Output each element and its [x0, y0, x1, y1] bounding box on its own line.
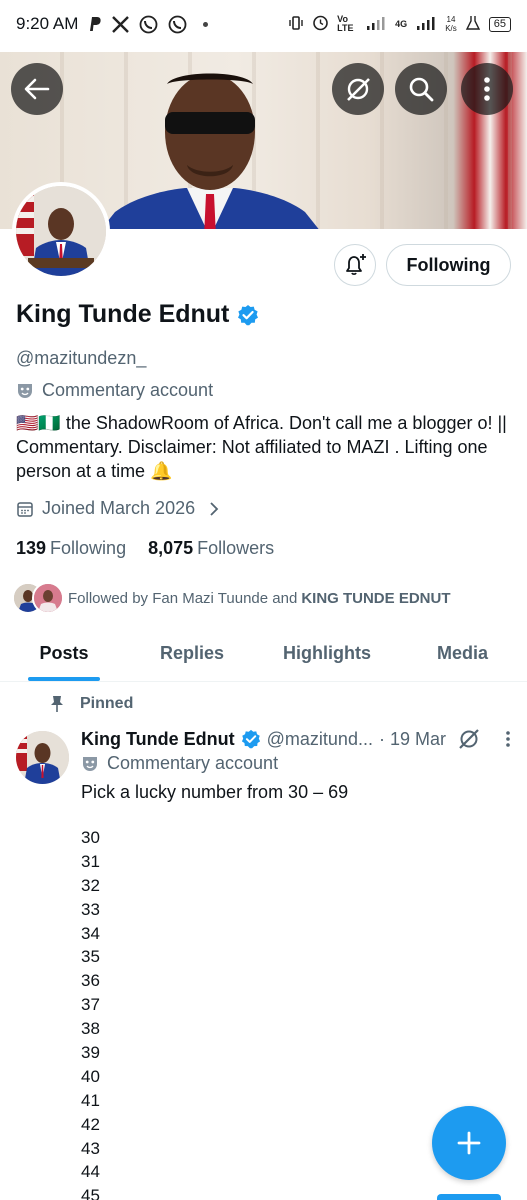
pinned-indicator: Pinned — [50, 695, 133, 713]
post-avatar[interactable] — [16, 731, 69, 784]
post-number: 41 — [81, 1090, 100, 1110]
battery-indicator: 65 — [488, 16, 511, 32]
status-right: Vo LTE 4G 14 K/s 65 — [288, 14, 511, 34]
chevron-right-icon — [210, 501, 219, 516]
profile-name-row: King Tunde Ednut — [16, 300, 259, 329]
follower-avatar — [32, 582, 64, 614]
theater-mask-icon — [83, 756, 97, 771]
post-number: 45 — [81, 1186, 100, 1200]
followers-label: Followers — [197, 538, 275, 558]
more-vertical-icon — [484, 77, 490, 101]
network-gen: 4G — [395, 19, 408, 29]
followers-stat[interactable]: 8,075 Followers — [148, 538, 274, 559]
post-number-list: 30 31 32 33 34 35 36 37 38 39 40 41 42 4… — [81, 826, 100, 1200]
post-text: Pick a lucky number from 30 – 69 — [81, 782, 349, 802]
bell-plus-icon — [346, 254, 366, 275]
post-number: 33 — [81, 899, 100, 919]
profile-avatar-photo — [16, 186, 106, 276]
post-number: 34 — [81, 923, 100, 943]
net-speed: 14 K/s — [445, 15, 457, 33]
post-avatar-photo — [16, 731, 69, 784]
bottom-action-edge — [437, 1194, 501, 1200]
calendar-icon — [17, 501, 33, 517]
post-number: 31 — [81, 851, 100, 871]
search-button[interactable] — [395, 63, 447, 115]
theater-mask-icon — [18, 383, 32, 398]
joined-date: Joined March 2026 — [42, 498, 196, 518]
notifications-bell-button[interactable] — [334, 244, 376, 286]
profile-tabs: Posts Replies Highlights Media — [0, 626, 527, 682]
followed-by-text: Followed by Fan Mazi Tuunde and — [68, 589, 298, 607]
commentary-label-text: Commentary account — [42, 380, 214, 400]
post-author-handle[interactable]: @mazitund... — [267, 729, 373, 750]
post-number: 42 — [81, 1114, 100, 1134]
followed-by-avatars — [12, 582, 64, 614]
profile-avatar[interactable] — [12, 182, 110, 280]
alarm-icon — [312, 14, 329, 34]
plus-icon — [457, 1131, 481, 1155]
paypal-icon — [88, 16, 102, 32]
post-header: King Tunde Ednut @mazitund... · 19 Mar — [81, 728, 515, 750]
post-number: 40 — [81, 1066, 100, 1086]
commentary-label[interactable]: Commentary account — [16, 380, 213, 401]
post-number: 30 — [81, 828, 100, 847]
grok-icon — [347, 78, 370, 101]
net-speed-value: 14 — [446, 15, 456, 24]
profile-stats: 139 Following 8,075 Followers — [16, 538, 274, 559]
tab-media[interactable]: Media — [398, 626, 527, 681]
profile-bio: 🇺🇸🇳🇬 the ShadowRoom of Africa. Don't cal… — [16, 413, 507, 481]
joined-date-row[interactable]: Joined March 2026 — [16, 498, 221, 519]
more-vertical-icon[interactable] — [505, 730, 511, 748]
vibrate-icon — [288, 15, 304, 34]
compose-button[interactable] — [432, 1106, 506, 1180]
notification-dot-icon — [203, 21, 209, 27]
following-label: Following — [50, 538, 127, 558]
whatsapp-icon — [168, 15, 187, 34]
post-number: 44 — [81, 1162, 100, 1182]
following-button[interactable]: Following — [386, 244, 511, 286]
tab-replies[interactable]: Replies — [128, 626, 256, 681]
post-number: 32 — [81, 875, 100, 895]
post-number: 38 — [81, 1019, 100, 1039]
volte-label: Vo LTE — [337, 14, 354, 33]
grok-icon[interactable] — [458, 728, 480, 750]
post-number: 43 — [81, 1138, 100, 1158]
pin-icon — [51, 696, 63, 712]
profile-name: King Tunde Ednut — [16, 300, 230, 328]
search-icon — [409, 77, 434, 102]
post-number: 36 — [81, 971, 100, 991]
tab-highlights[interactable]: Highlights — [256, 626, 398, 681]
status-bar: 9:20 AM Vo LTE 4G 14 K/s 65 — [0, 0, 527, 48]
whatsapp-icon — [139, 15, 158, 34]
post-date[interactable]: · 19 Mar — [379, 729, 446, 750]
following-stat[interactable]: 139 Following — [16, 538, 126, 559]
followers-count: 8,075 — [148, 538, 194, 558]
verified-badge-icon[interactable] — [237, 304, 259, 326]
back-button[interactable] — [11, 63, 63, 115]
banner-photo — [101, 73, 319, 229]
post-number: 37 — [81, 995, 100, 1015]
post-author-name[interactable]: King Tunde Ednut — [81, 729, 235, 750]
x-icon — [112, 15, 130, 33]
post-number: 35 — [81, 947, 100, 967]
post-number: 39 — [81, 1043, 100, 1063]
post-commentary-label-text: Commentary account — [107, 753, 279, 773]
tab-posts[interactable]: Posts — [0, 626, 128, 681]
grok-button[interactable] — [332, 63, 384, 115]
more-button[interactable] — [461, 63, 513, 115]
lab-icon — [465, 15, 481, 34]
profile-handle: @mazitundezn_ — [16, 348, 147, 368]
post-commentary-label[interactable]: Commentary account — [81, 753, 278, 774]
following-count: 139 — [16, 538, 47, 558]
verified-badge-icon — [241, 729, 260, 749]
followed-by-bold: KING TUNDE EDNUT — [301, 589, 451, 607]
status-time: 9:20 AM — [16, 14, 79, 33]
net-speed-unit: K/s — [445, 24, 457, 33]
signal-icon — [365, 16, 387, 33]
back-arrow-icon — [24, 78, 50, 100]
followed-by-row[interactable]: Followed by Fan Mazi Tuunde and KING TUN… — [12, 582, 450, 614]
pinned-label: Pinned — [80, 695, 134, 712]
signal-icon-2 — [415, 16, 437, 33]
